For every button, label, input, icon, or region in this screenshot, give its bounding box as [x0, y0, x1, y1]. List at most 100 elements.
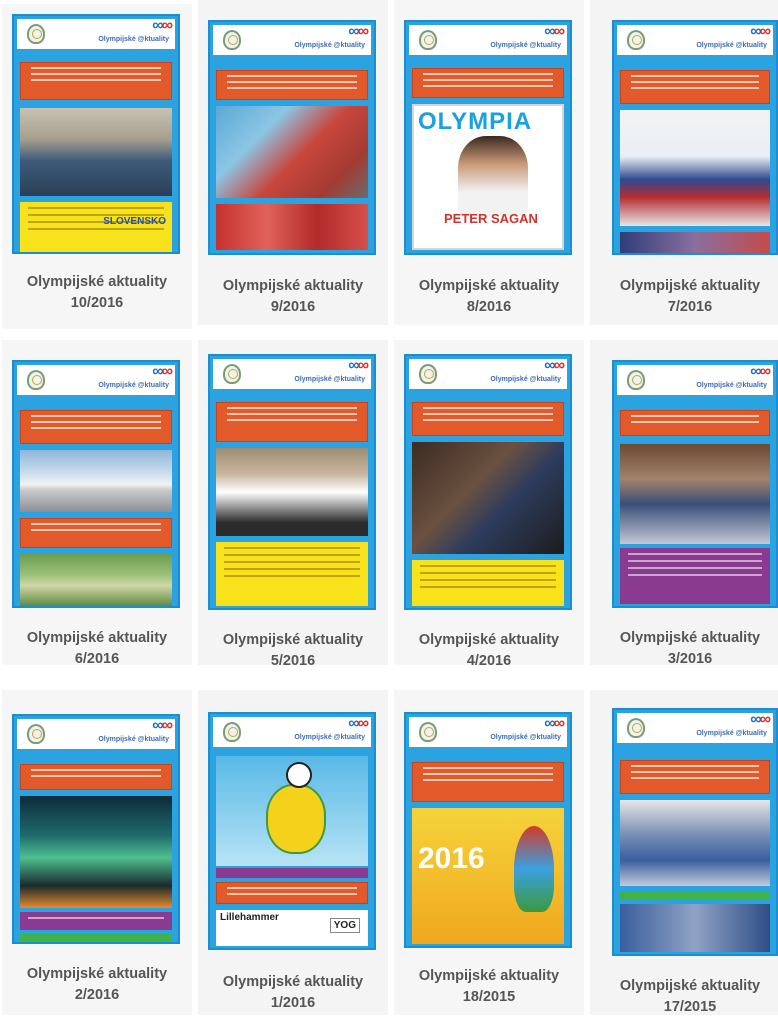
- newsletter-card-4-2016[interactable]: ∞∞ Olympijské @ktuality Olympijské aktua…: [394, 340, 584, 669]
- cover-header: ∞∞ Olympijské @ktuality: [409, 359, 567, 389]
- cover-brand: Olympijské @ktuality: [98, 736, 169, 743]
- cover-brand: Olympijské @ktuality: [696, 382, 767, 389]
- olympic-rings-icon: ∞∞: [152, 19, 173, 34]
- olympic-rings-icon: ∞∞: [544, 717, 565, 732]
- newsletter-cover-thumbnail[interactable]: ∞∞ Olympijské @ktuality: [12, 714, 180, 944]
- cover-photo: [620, 444, 770, 544]
- cover-headline-banner: [20, 62, 172, 100]
- newsletter-cover-thumbnail[interactable]: ∞∞ Olympijské @ktuality: [404, 354, 572, 610]
- cover-news-box: [20, 912, 172, 930]
- card-title: Olympijské aktuality: [418, 968, 560, 984]
- olympic-rings-icon: ∞∞: [348, 717, 369, 732]
- cover-brand: Olympijské @ktuality: [696, 730, 767, 737]
- cover-photo: [20, 796, 172, 908]
- olympic-committee-emblem-icon: [419, 722, 437, 742]
- newsletter-card-2-2016[interactable]: ∞∞ Olympijské @ktuality Olympijské aktua…: [2, 690, 192, 1015]
- card-caption[interactable]: Olympijské aktuality 9/2016: [198, 276, 388, 318]
- newsletter-cover-thumbnail[interactable]: ∞∞ Olympijské @ktuality: [612, 360, 778, 608]
- cover-headline-banner: [620, 410, 770, 436]
- newsletter-card-9-2016[interactable]: ∞∞ Olympijské @ktuality Olympijské aktua…: [198, 0, 388, 325]
- card-title: Olympijské aktuality: [619, 630, 761, 646]
- card-issue: 3/2016: [667, 651, 713, 667]
- cover-headline-banner: [216, 70, 368, 100]
- olympic-rings-icon: ∞∞: [750, 713, 771, 728]
- newsletter-card-8-2016[interactable]: ∞∞ Olympijské @ktuality OLYMPIA PETER SA…: [394, 0, 584, 325]
- card-title: Olympijské aktuality: [26, 274, 168, 290]
- card-issue: 18/2015: [462, 989, 516, 1005]
- cover-photo: [620, 232, 770, 253]
- card-issue: 4/2016: [466, 653, 512, 669]
- cover-header: ∞∞ Olympijské @ktuality: [617, 25, 773, 55]
- newsletter-card-5-2016[interactable]: ∞∞ Olympijské @ktuality Olympijské aktua…: [198, 340, 388, 669]
- olympic-committee-emblem-icon: [627, 30, 645, 50]
- olympic-committee-emblem-icon: [27, 24, 45, 44]
- card-caption[interactable]: Olympijské aktuality 1/2016: [198, 972, 388, 1014]
- newsletter-card-6-2016[interactable]: ∞∞ Olympijské @ktuality Olympijské aktua…: [2, 340, 192, 667]
- cover-photo: [20, 450, 172, 512]
- cover-photo: [216, 106, 368, 198]
- cover-photo: 2016: [412, 808, 564, 944]
- newsletter-card-1-2016[interactable]: ∞∞ Olympijské @ktuality Lillehammer YOG …: [198, 690, 388, 1015]
- cover-headline-banner: [20, 764, 172, 790]
- cover-photo: Lillehammer YOG: [216, 910, 368, 946]
- cover-photo: [412, 442, 564, 554]
- card-caption[interactable]: Olympijské aktuality 17/2015: [602, 976, 778, 1018]
- card-title: Olympijské aktuality: [619, 978, 761, 994]
- rio-2016-year: 2016: [418, 842, 485, 875]
- cover-header: ∞∞ Olympijské @ktuality: [409, 717, 567, 747]
- slovensko-badge: SLOVENSKO: [103, 216, 166, 227]
- card-caption[interactable]: Olympijské aktuality 6/2016: [2, 628, 192, 670]
- newsletter-cover-thumbnail[interactable]: ∞∞ Olympijské @ktuality 2016: [404, 712, 572, 948]
- card-issue: 17/2015: [663, 999, 717, 1015]
- card-issue: 2/2016: [74, 987, 120, 1003]
- newsletter-cover-thumbnail[interactable]: ∞∞ Olympijské @ktuality: [612, 708, 778, 956]
- cover-headline-banner: [412, 762, 564, 802]
- card-caption[interactable]: Olympijské aktuality 8/2016: [394, 276, 584, 318]
- card-caption[interactable]: Olympijské aktuality 10/2016: [2, 272, 192, 314]
- cover-brand: Olympijské @ktuality: [490, 376, 561, 383]
- newsletter-cover-thumbnail[interactable]: ∞∞ Olympijské @ktuality: [208, 354, 376, 610]
- olympic-rings-icon: ∞∞: [750, 25, 771, 40]
- card-caption[interactable]: Olympijské aktuality 7/2016: [602, 276, 778, 318]
- card-title: Olympijské aktuality: [222, 974, 364, 990]
- newsletter-card-10-2016[interactable]: ∞∞ Olympijské @ktuality SLOVENSKO Olympi…: [2, 4, 192, 329]
- newsletter-card-3-2016[interactable]: ∞∞ Olympijské @ktuality Olympijské aktua…: [590, 340, 778, 667]
- lillehammer-tag: Lillehammer: [220, 912, 279, 923]
- newsletter-card-7-2016[interactable]: ∞∞ Olympijské @ktuality Olympijské aktua…: [590, 0, 778, 325]
- cover-header: ∞∞ Olympijské @ktuality: [213, 359, 371, 389]
- olympic-rings-icon: ∞∞: [544, 359, 565, 374]
- cover-photo: [216, 756, 368, 866]
- olympic-committee-emblem-icon: [627, 718, 645, 738]
- card-title: Olympijské aktuality: [418, 278, 560, 294]
- cover-brand: Olympijské @ktuality: [294, 42, 365, 49]
- card-caption[interactable]: Olympijské aktuality 3/2016: [602, 628, 778, 670]
- card-caption[interactable]: Olympijské aktuality 18/2015: [394, 966, 584, 1008]
- cover-header: ∞∞ Olympijské @ktuality: [17, 365, 175, 395]
- mascot-illustration: [266, 784, 326, 854]
- newsletter-cover-thumbnail[interactable]: ∞∞ Olympijské @ktuality: [612, 20, 778, 255]
- olympic-rings-icon: ∞∞: [544, 25, 565, 40]
- cover-news-box: [620, 548, 770, 604]
- newsletter-cover-thumbnail[interactable]: ∞∞ Olympijské @ktuality: [208, 20, 376, 255]
- card-caption[interactable]: Olympijské aktuality 4/2016: [394, 630, 584, 672]
- card-caption[interactable]: Olympijské aktuality 2/2016: [2, 964, 192, 1006]
- cover-photo: [620, 904, 770, 952]
- card-issue: 10/2016: [70, 295, 124, 311]
- newsletter-cover-thumbnail[interactable]: ∞∞ Olympijské @ktuality Lillehammer YOG: [208, 712, 376, 950]
- newsletter-card-17-2015[interactable]: ∞∞ Olympijské @ktuality Olympijské aktua…: [590, 690, 778, 1015]
- olympic-rings-icon: ∞∞: [750, 365, 771, 380]
- card-issue: 9/2016: [270, 299, 316, 315]
- olympic-committee-emblem-icon: [223, 722, 241, 742]
- cover-photo: [620, 110, 770, 226]
- cover-headline-banner: [412, 402, 564, 436]
- card-issue: 8/2016: [466, 299, 512, 315]
- cover-news-box: [216, 868, 368, 878]
- newsletter-cover-thumbnail[interactable]: ∞∞ Olympijské @ktuality OLYMPIA PETER SA…: [404, 20, 572, 255]
- olympic-rings-icon: ∞∞: [152, 719, 173, 734]
- olympic-rings-icon: ∞∞: [348, 25, 369, 40]
- newsletter-cover-thumbnail[interactable]: ∞∞ Olympijské @ktuality SLOVENSKO: [12, 14, 180, 254]
- cover-green-bar: [20, 934, 172, 942]
- newsletter-card-18-2015[interactable]: ∞∞ Olympijské @ktuality 2016 Olympijské …: [394, 690, 584, 1015]
- newsletter-cover-thumbnail[interactable]: ∞∞ Olympijské @ktuality: [12, 360, 180, 608]
- card-caption[interactable]: Olympijské aktuality 5/2016: [198, 630, 388, 672]
